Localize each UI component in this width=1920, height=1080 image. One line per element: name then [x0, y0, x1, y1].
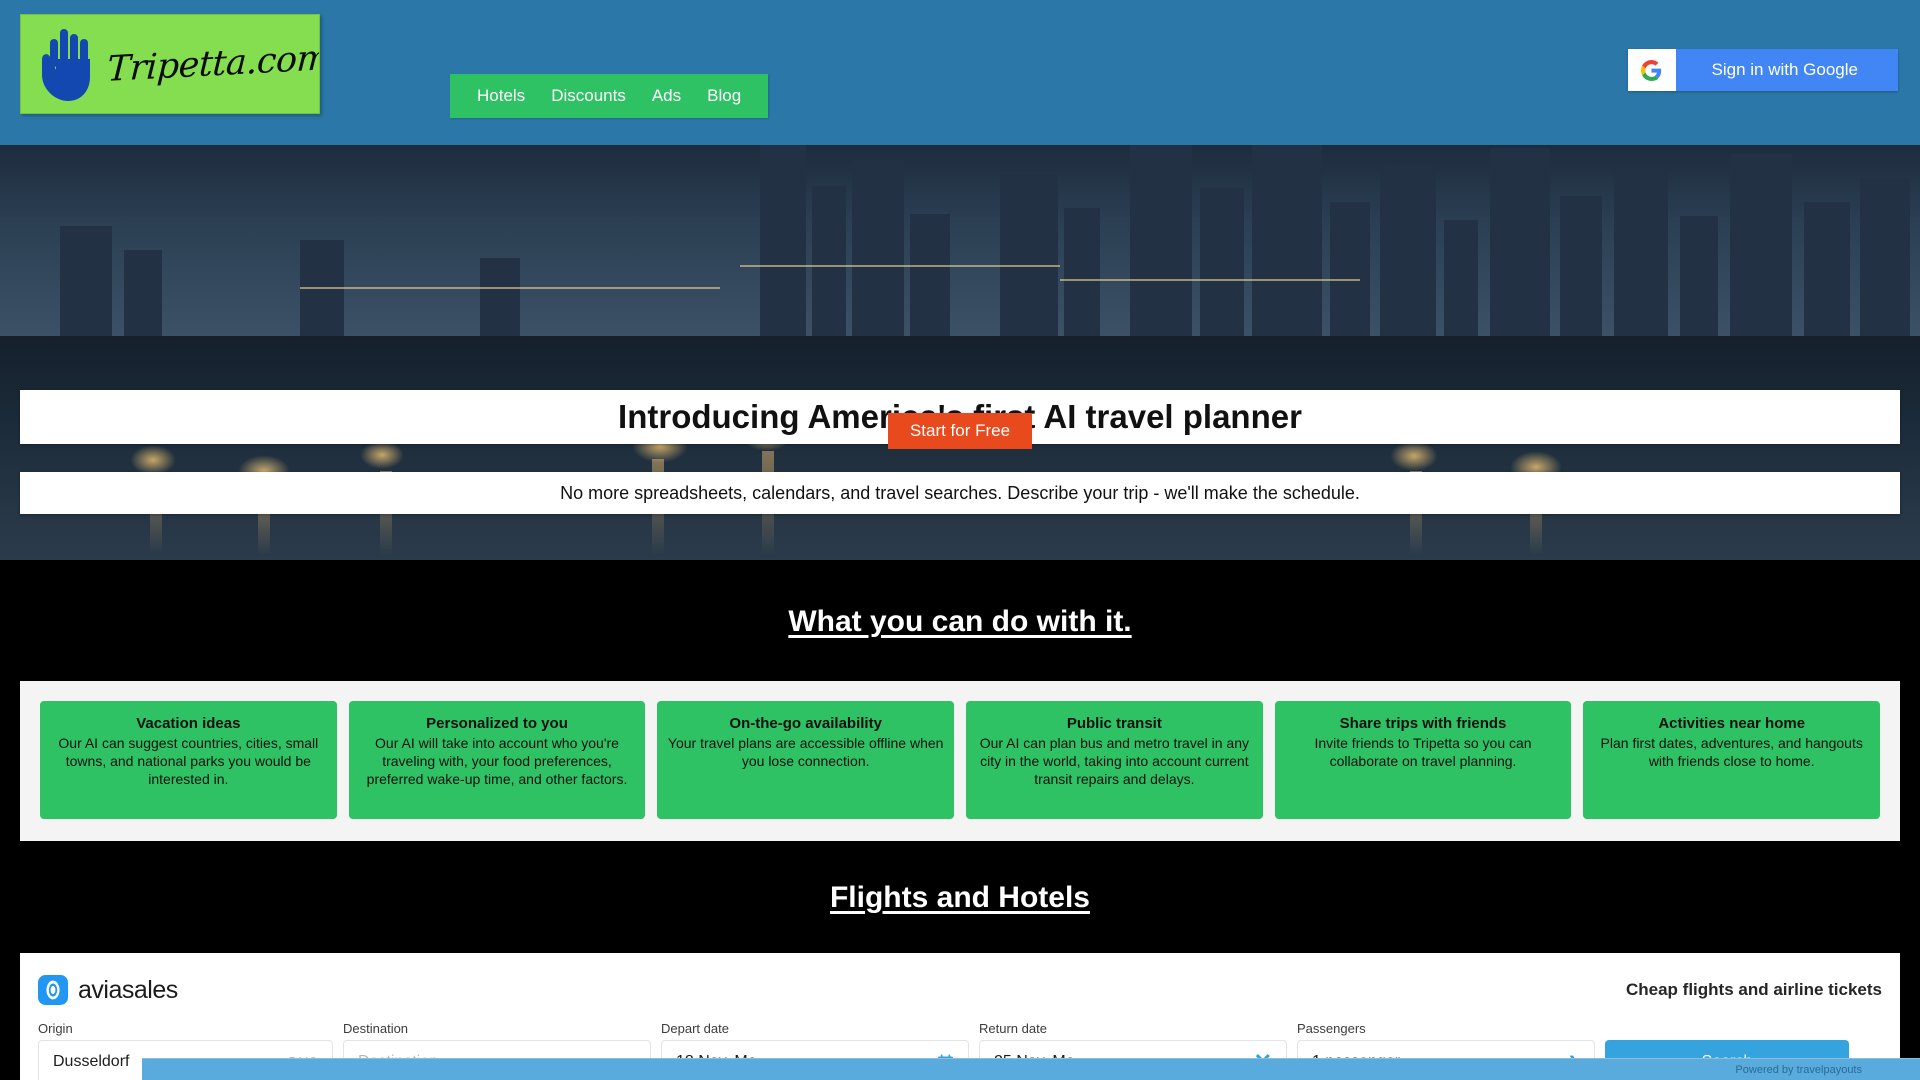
feature-card: Personalized to you Our AI will take int… [348, 701, 646, 819]
feature-card-body: Our AI can suggest countries, cities, sm… [58, 735, 319, 787]
features-heading: What you can do with it. [788, 605, 1132, 638]
feature-card-body: Our AI will take into account who you're… [366, 735, 628, 787]
feature-card-title: On-the-go availability [729, 715, 882, 732]
widget-header: aviasales Cheap flights and airline tick… [38, 975, 1882, 1005]
nav-item-blog[interactable]: Blog [694, 74, 754, 118]
features-heading-section: What you can do with it. [0, 560, 1920, 681]
logo-text: Tripetta.com [106, 38, 320, 90]
feature-card: Public transit Our AI can plan bus and m… [966, 701, 1263, 819]
feature-card-body: Your travel plans are accessible offline… [667, 735, 944, 769]
site-logo[interactable]: Tripetta.com [20, 14, 320, 114]
feature-card-title: Share trips with friends [1339, 715, 1507, 732]
flights-heading-section: Flights and Hotels [0, 841, 1920, 953]
return-date-label: Return date [979, 1021, 1047, 1036]
main-nav: Hotels Discounts Ads Blog [450, 74, 769, 118]
depart-date-label: Depart date [661, 1021, 729, 1036]
nav-item-discounts[interactable]: Discounts [538, 74, 639, 118]
powered-by-label: Powered by travelpayouts [1735, 1064, 1862, 1076]
start-for-free-button[interactable]: Start for Free [888, 413, 1032, 449]
feature-card-body: Our AI can plan bus and metro travel in … [979, 735, 1249, 787]
hero-section: Introducing America's first AI travel pl… [0, 145, 1920, 560]
feature-card-title: Activities near home [1658, 715, 1806, 732]
feature-card: On-the-go availability Your travel plans… [657, 701, 955, 819]
google-signin-button[interactable]: Sign in with Google [1627, 49, 1898, 91]
hand-icon [42, 29, 90, 101]
aviasales-brand: aviasales [38, 975, 178, 1005]
widget-tagline: Cheap flights and airline tickets [1625, 980, 1882, 999]
feature-card-title: Personalized to you [426, 715, 568, 732]
flights-heading: Flights and Hotels [829, 881, 1090, 914]
feature-card: Vacation ideas Our AI can suggest countr… [40, 701, 337, 819]
passengers-label: Passengers [1297, 1021, 1366, 1036]
feature-card-title: Public transit [1066, 715, 1162, 732]
aviasales-brand-name: aviasales [78, 975, 178, 1004]
hero-subtitle-band: No more spreadsheets, calendars, and tra… [20, 472, 1900, 514]
feature-card-body: Plan first dates, adventures, and hangou… [1600, 735, 1863, 769]
feature-card: Activities near home Plan first dates, a… [1583, 701, 1881, 819]
origin-label: Origin [38, 1021, 73, 1036]
feature-card-title: Vacation ideas [136, 715, 241, 732]
destination-label: Destination [343, 1021, 409, 1036]
powered-by-strip: Powered by travelpayouts [142, 1058, 1920, 1080]
site-header: Tripetta.com Hotels Discounts Ads Blog S… [0, 0, 1920, 145]
feature-card: Share trips with friends Invite friends … [1274, 701, 1572, 819]
aviasales-logo-icon [38, 975, 68, 1005]
nav-item-hotels[interactable]: Hotels [464, 74, 538, 118]
feature-card-body: Invite friends to Tripetta so you can co… [1314, 735, 1532, 769]
hero-subtitle: No more spreadsheets, calendars, and tra… [560, 483, 1360, 503]
nav-item-ads[interactable]: Ads [639, 74, 694, 118]
feature-card-list: Vacation ideas Our AI can suggest countr… [20, 681, 1900, 841]
google-g-icon [1627, 49, 1676, 91]
google-signin-label: Sign in with Google [1675, 49, 1898, 91]
